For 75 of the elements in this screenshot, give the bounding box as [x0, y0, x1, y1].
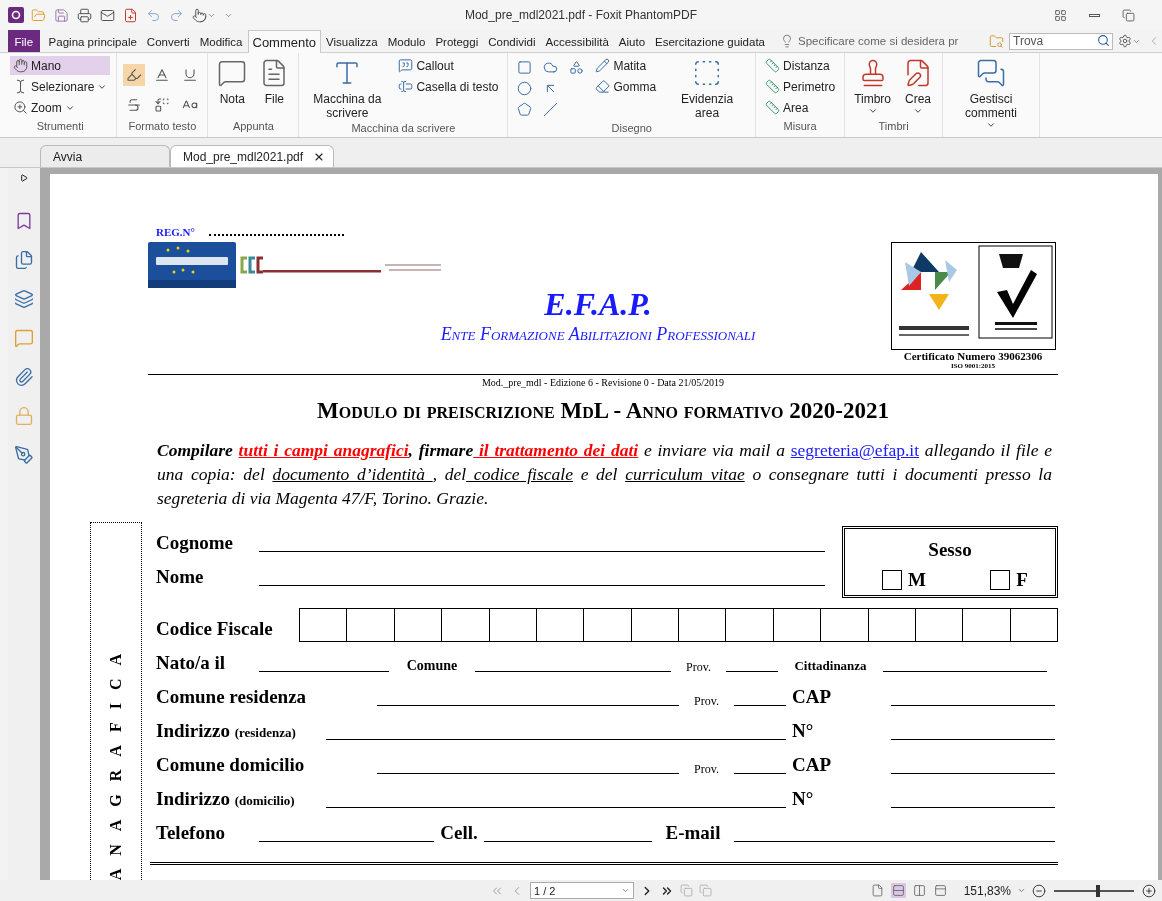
menu-tab[interactable]: Commento — [247, 30, 322, 53]
ribbon-button[interactable]: Zoom — [10, 98, 111, 117]
file-menu-tab[interactable]: File — [8, 30, 40, 52]
group-label: Timbri — [877, 120, 910, 134]
group-label: Misura — [782, 120, 818, 134]
field-label: Nome — [156, 566, 205, 588]
field-label: Cognome — [156, 532, 235, 554]
group-label: Formato testo — [127, 120, 198, 134]
menu-tab[interactable]: Accessibilità — [540, 30, 614, 52]
ribbon-button[interactable]: Evidenzia area — [665, 56, 750, 122]
organization-name: E.F.A.P. — [544, 286, 652, 322]
field-label: Comune domicilio — [156, 754, 306, 776]
page-number-field[interactable]: 1 / 2 — [530, 882, 634, 899]
group-label: Macchina da scrivere — [350, 122, 457, 136]
ribbon-button[interactable]: Area — [762, 98, 839, 117]
menu-tab[interactable]: Aiuto — [613, 30, 651, 52]
menu-tab[interactable]: Visualizza — [321, 30, 383, 52]
field-label: Cittadinanza — [793, 658, 868, 674]
section-label: ANAGRAFICA — [107, 641, 125, 880]
group-label: Appunta — [231, 120, 275, 134]
ribbon-button[interactable]: Crea — [900, 56, 936, 120]
menu-tab[interactable]: Proteggi — [430, 30, 484, 52]
field-label: Comune residenza — [156, 686, 308, 708]
field-label: Prov. — [693, 694, 720, 709]
form-heading: Modulo di preiscrizione MdL - Anno formativo 2020-2021 — [316, 398, 890, 424]
checkbox-label: F — [1016, 569, 1028, 591]
field-label: N° — [791, 720, 815, 742]
field-label: Telefono — [156, 822, 226, 844]
field-label: Indirizzo (residenza) — [156, 720, 297, 742]
ribbon-button[interactable]: Callout — [395, 56, 502, 75]
ribbon-button[interactable]: Selezionare — [10, 77, 111, 96]
menu-tab[interactable]: Condividi — [483, 30, 541, 52]
ribbon-button[interactable]: Distanza — [762, 56, 839, 75]
field-label: Indirizzo (domicilio) — [156, 788, 296, 810]
field-label: Comune — [405, 658, 459, 674]
email-link[interactable]: segreteria@efap.it — [790, 440, 920, 460]
ribbon-button[interactable]: Gestisci commenti — [949, 56, 1033, 132]
group-label: Disegno — [610, 122, 653, 136]
ribbon-button[interactable]: Timbro — [851, 56, 894, 120]
field-label: E-mail — [664, 822, 722, 844]
field-label: Nato/a il — [156, 652, 227, 674]
search-field[interactable]: Trova — [1009, 32, 1113, 50]
field-label: Prov. — [685, 660, 712, 675]
field-label: Sesso — [928, 539, 972, 561]
field-label: Codice Fiscale — [156, 618, 274, 640]
window-title: Mod_pre_mdl2021.pdf - Foxit PhantomPDF — [464, 8, 698, 22]
tell-me-field[interactable]: Specificare come si desidera pr — [798, 35, 984, 47]
document-revision: Mod._pre_mdl - Edizione 6 - Revisione 0 - Data 21/05/2019 — [480, 377, 726, 388]
ribbon-button[interactable]: Gomma — [592, 77, 660, 96]
menu-tab[interactable]: Modulo — [382, 30, 431, 52]
field-label: N° — [791, 788, 815, 810]
menu-tab[interactable]: Converti — [141, 30, 195, 52]
ribbon-button[interactable]: Matita — [592, 56, 660, 75]
zoom-level[interactable]: 151,83% — [963, 883, 1011, 898]
menu-tab[interactable]: Pagina principale — [43, 30, 142, 52]
checkbox-label: M — [908, 569, 927, 591]
menu-tab[interactable]: Modifica — [194, 30, 248, 52]
field-label: CAP — [791, 686, 833, 708]
group-label: Strumenti — [35, 120, 85, 134]
registration-label: REG.N° — [156, 226, 195, 238]
document-tab[interactable]: Avvia — [40, 145, 170, 167]
field-label: Prov. — [693, 762, 720, 777]
field-label: Cell. — [439, 822, 479, 844]
instructions-text: Compilare tutti i campi anagrafici, firmare il trattamento dei dati e inviare via mail a segreteria@efap.it allegando il file e una copia: del documento d’identità , del codice fiscale e del curriculum vitae o consegnare tutti i documenti presso la segreteria di via Magenta 47/F, Torino. Grazie. — [157, 439, 1052, 510]
ribbon-button[interactable]: Nota — [214, 56, 251, 120]
field-label: CAP — [791, 754, 833, 776]
organization-full-name: Ente Formazione Abilitazioni Professionali — [440, 324, 756, 345]
ribbon-button[interactable]: Macchina da scrivere — [305, 56, 390, 122]
ribbon-button[interactable]: Perimetro — [762, 77, 839, 96]
ribbon-button[interactable]: File — [256, 56, 293, 120]
document-tab[interactable]: Mod_pre_mdl2021.pdf — [170, 145, 335, 167]
ribbon-button[interactable]: Casella di testo — [395, 77, 502, 96]
menu-tab[interactable]: Esercitazione guidata — [650, 30, 770, 52]
ribbon-button[interactable]: Mano — [10, 56, 111, 75]
certificate-number: Certificato Numero 39062306 — [903, 350, 1043, 362]
